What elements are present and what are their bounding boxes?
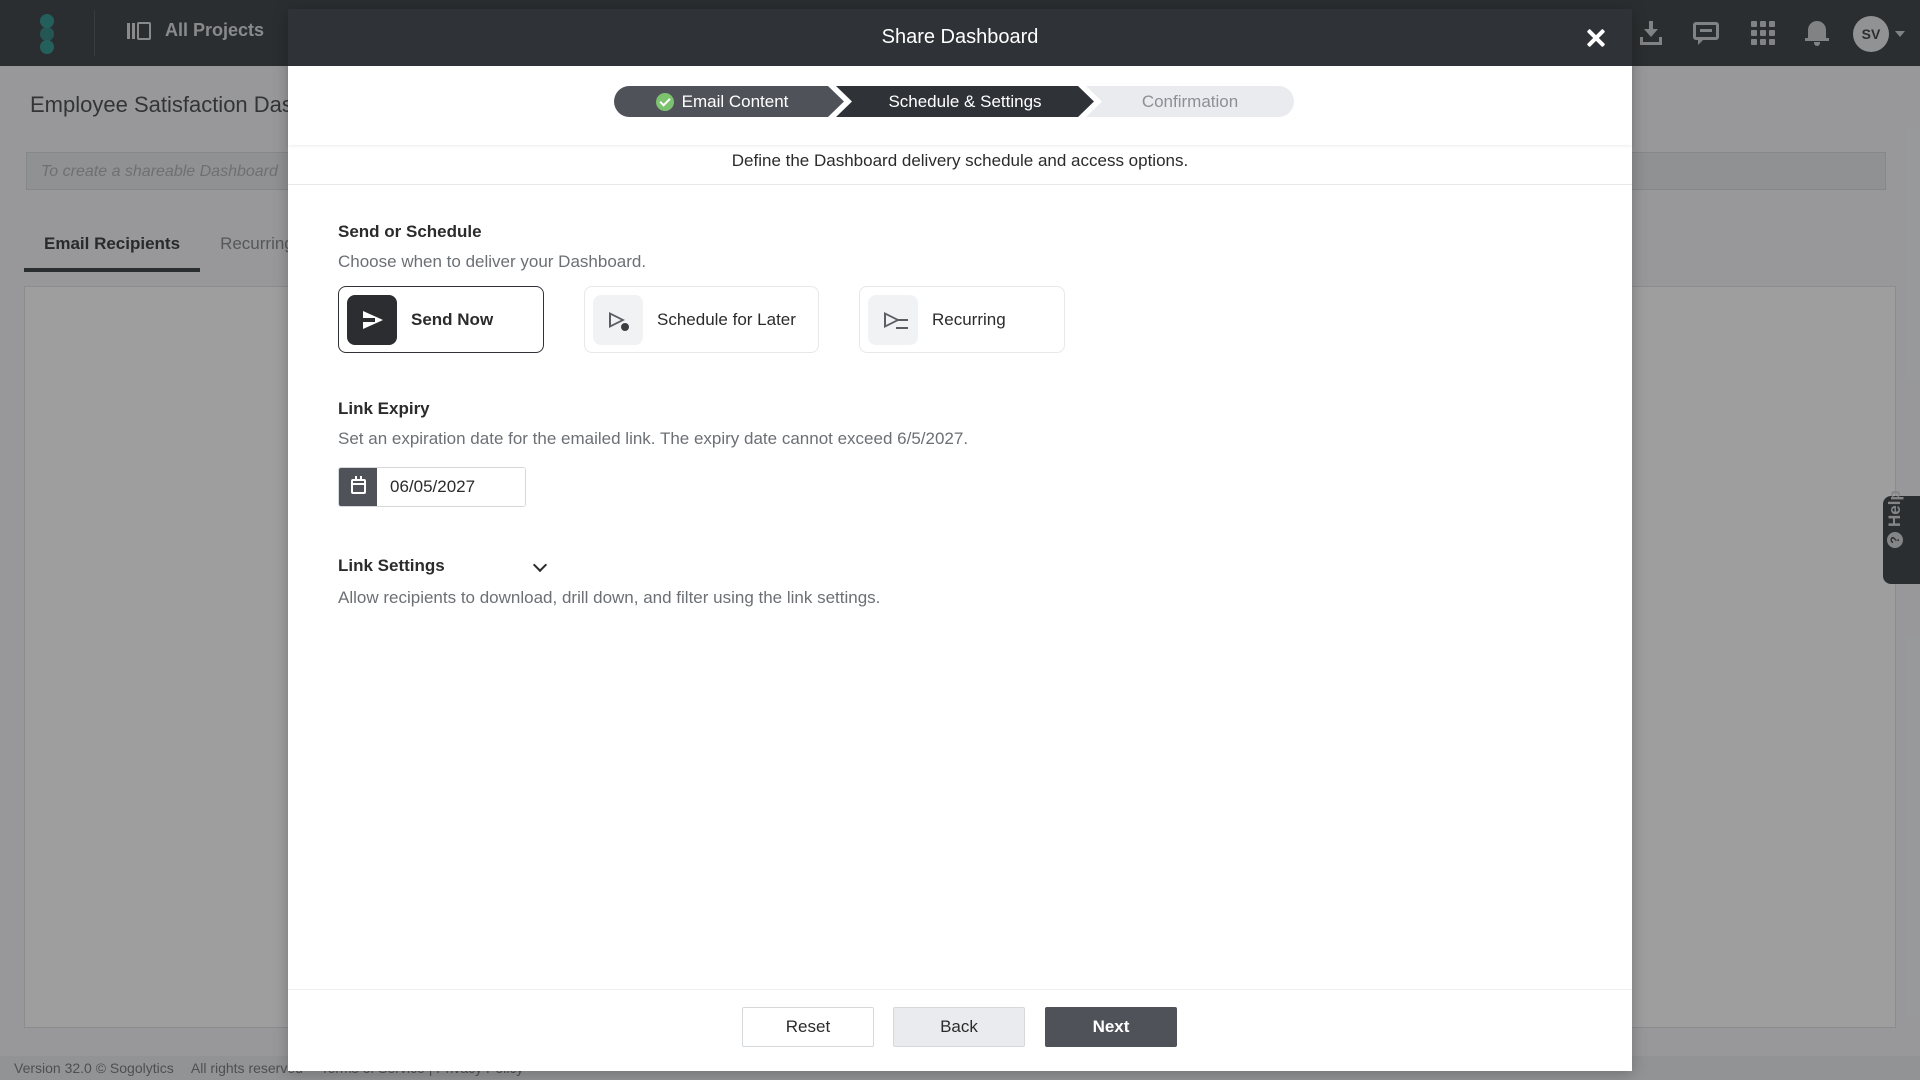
send-schedule-description: Choose when to deliver your Dashboard. [338,252,647,271]
step-schedule-settings[interactable]: Schedule & Settings [836,86,1094,117]
progress-stepper: Email Content Schedule & Settings Confir… [614,86,1294,117]
share-dashboard-modal: Share Dashboard Email Content Schedule &… [288,9,1632,1071]
subtitle-divider [288,184,1632,185]
send-schedule-title: Send or Schedule [338,222,482,241]
step-label: Schedule & Settings [888,91,1042,111]
send-recurring-icon [868,294,918,345]
modal-header: Share Dashboard [288,9,1632,66]
step-label: Confirmation [1141,91,1239,111]
modal-footer: Reset Back Next [288,989,1632,1071]
link-expiry-title: Link Expiry [338,399,430,418]
recurring-option[interactable]: Recurring [859,286,1065,353]
reset-button[interactable]: Reset [742,1007,874,1047]
chevron-down-icon[interactable] [532,557,548,573]
option-label: Schedule for Later [657,309,796,329]
expiry-date-field [338,467,526,507]
step-confirmation: Confirmation [1086,86,1294,117]
stepper-band: Email Content Schedule & Settings Confir… [288,66,1632,145]
modal-title: Share Dashboard [881,26,1039,48]
link-settings-title[interactable]: Link Settings [338,556,445,576]
option-label: Send Now [411,309,494,329]
modal-subtitle: Define the Dashboard delivery schedule a… [731,151,1189,170]
send-clock-icon [593,294,643,345]
expiry-date-input[interactable] [377,468,525,506]
check-icon [655,92,674,111]
send-now-option[interactable]: Send Now [338,286,544,353]
step-email-content[interactable]: Email Content [614,86,844,117]
calendar-icon [351,476,366,494]
send-icon [347,294,397,345]
schedule-later-option[interactable]: Schedule for Later [584,286,819,353]
close-icon[interactable] [1584,26,1608,50]
back-button[interactable]: Back [893,1007,1025,1047]
option-label: Recurring [932,309,1006,329]
calendar-button[interactable] [339,468,377,506]
step-label: Email Content [681,91,789,111]
link-settings-description: Allow recipients to download, drill down… [338,588,881,607]
link-expiry-description: Set an expiration date for the emailed l… [338,429,969,448]
next-button[interactable]: Next [1045,1007,1177,1047]
